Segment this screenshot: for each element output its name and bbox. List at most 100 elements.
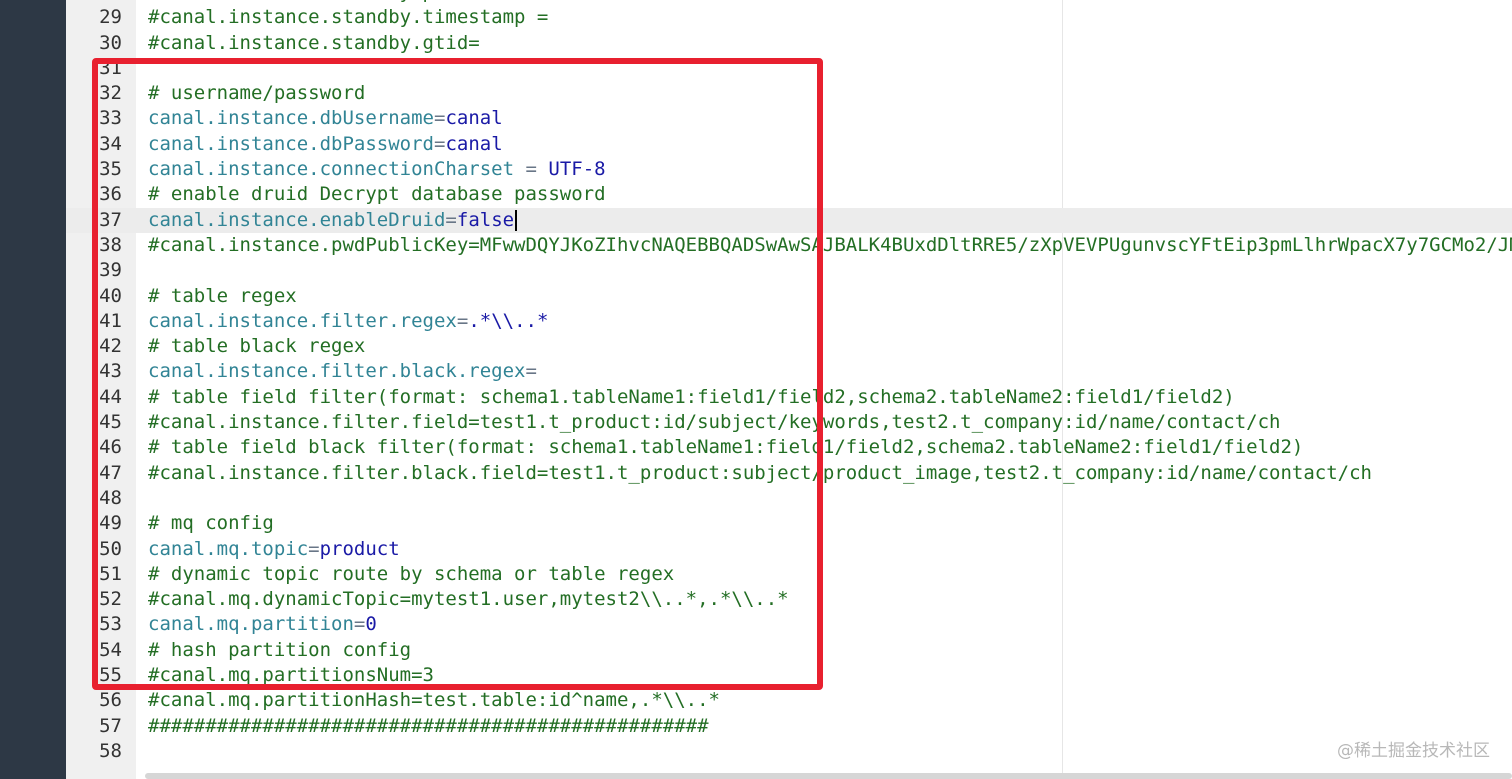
line-number: 47 [99, 461, 122, 484]
code-line[interactable]: 47 #canal.instance.filter.black.field=tes… [66, 461, 1512, 486]
line-number: 56 [99, 689, 122, 712]
line-code[interactable]: # username/password [148, 81, 365, 106]
line-code[interactable]: #canal.instance.standby.timestamp = [148, 5, 548, 30]
code-token: = [433, 107, 446, 130]
line-number: 45 [99, 411, 122, 434]
line-code[interactable]: # table regex [148, 284, 297, 309]
code-line[interactable]: 48 [66, 486, 1512, 511]
code-line[interactable]: 43 canal.instance.filter.black.regex= [66, 359, 1512, 384]
code-line[interactable]: 30 #canal.instance.standby.gtid= [66, 31, 1512, 56]
code-token: #canal.instance.filter.field=test1.t_pro… [148, 411, 1281, 434]
line-code[interactable]: #canal.mq.partitionsNum=3 [148, 663, 434, 688]
code-line[interactable]: 41 canal.instance.filter.regex=.*\\..* [66, 309, 1512, 334]
code-line[interactable]: 42 # table black regex [66, 334, 1512, 359]
text-cursor [515, 209, 518, 231]
code-token: canal.instance.dbUsername [148, 107, 434, 130]
line-number: 44 [99, 385, 122, 408]
line-code[interactable]: #canal.mq.partitionHash=test.table:id^na… [148, 688, 720, 713]
line-code[interactable]: canal.mq.topic=product [148, 537, 400, 562]
code-token: # enable druid Decrypt database password [148, 183, 606, 206]
code-line[interactable]: 56 #canal.mq.partitionHash=test.table:id^… [66, 688, 1512, 713]
code-token: #canal.mq.partitionHash=test.table:id^na… [148, 689, 720, 712]
line-code[interactable]: #canal.mq.dynamicTopic=mytest1.user,myte… [148, 587, 789, 612]
code-line[interactable]: 32 # username/password [66, 81, 1512, 106]
code-token: = [353, 613, 366, 636]
code-line[interactable]: 53 canal.mq.partition=0 [66, 612, 1512, 637]
code-line[interactable]: 33 canal.instance.dbUsername=canal [66, 106, 1512, 131]
code-line[interactable]: 39 [66, 258, 1512, 283]
code-line[interactable]: 35 canal.instance.connectionCharset = UTF… [66, 157, 1512, 182]
code-token: = [514, 158, 549, 181]
code-token: #canal.instance.filter.black.field=test1… [148, 461, 1372, 484]
code-line[interactable]: 40 # table regex [66, 284, 1512, 309]
line-code[interactable]: # table black regex [148, 334, 365, 359]
line-code[interactable]: canal.mq.partition=0 [148, 612, 377, 637]
code-line[interactable]: 36 # enable druid Decrypt database passwo… [66, 182, 1512, 207]
code-line[interactable]: 57 ######################################… [66, 714, 1512, 739]
line-code[interactable]: canal.instance.dbUsername=canal [148, 106, 503, 131]
line-code[interactable]: #canal.instance.standby.gtid= [148, 31, 480, 56]
line-code[interactable]: canal.instance.connectionCharset = UTF-8 [148, 157, 606, 182]
line-number: 38 [99, 233, 122, 256]
line-number: 29 [99, 6, 122, 29]
line-code[interactable]: canal.instance.filter.regex=.*\\..* [148, 309, 548, 334]
code-token: #canal.instance.standby.position = [148, 0, 537, 3]
line-code[interactable]: # table field black filter(format: schem… [148, 435, 1303, 460]
code-token: # dynamic topic route by schema or table… [148, 562, 675, 585]
line-code[interactable]: #canal.instance.filter.black.field=test1… [148, 461, 1372, 486]
line-code[interactable]: canal.instance.enableDruid=false [148, 208, 518, 233]
code-token: = [433, 132, 446, 155]
code-line[interactable]: 45 #canal.instance.filter.field=test1.t_p… [66, 410, 1512, 435]
code-token: canal.instance.dbPassword [148, 132, 434, 155]
line-code[interactable]: # enable druid Decrypt database password [148, 182, 606, 207]
line-code[interactable]: # dynamic topic route by schema or table… [148, 562, 674, 587]
code-line[interactable]: 38 #canal.instance.pwdPublicKey=MFwwDQYJK… [66, 233, 1512, 258]
line-number: 48 [99, 486, 122, 509]
code-token: # table field filter(format: schema1.tab… [148, 385, 1235, 408]
code-line[interactable]: 46 # table field black filter(format: sch… [66, 435, 1512, 460]
line-number: 55 [99, 664, 122, 687]
code-line[interactable]: 54 # hash partition config [66, 638, 1512, 663]
line-code[interactable]: # mq config [148, 511, 274, 536]
code-line[interactable]: 50 canal.mq.topic=product [66, 537, 1512, 562]
line-number: 51 [99, 562, 122, 585]
line-code[interactable]: # table field filter(format: schema1.tab… [148, 385, 1235, 410]
code-token: canal.instance.filter.regex [148, 309, 457, 332]
line-code[interactable]: #canal.instance.pwdPublicKey=MFwwDQYJKoZ… [148, 233, 1512, 258]
line-number: 57 [99, 714, 122, 737]
line-code[interactable]: ########################################… [148, 714, 709, 739]
code-line[interactable]: 44 # table field filter(format: schema1.t… [66, 385, 1512, 410]
line-number: 32 [99, 82, 122, 105]
code-token: false [456, 208, 515, 231]
code-line[interactable]: 37 canal.instance.enableDruid=false [66, 207, 1512, 233]
line-number: 31 [99, 56, 122, 79]
line-number: 53 [99, 613, 122, 636]
line-code[interactable]: canal.instance.filter.black.regex= [148, 359, 537, 384]
code-line[interactable]: 51 # dynamic topic route by schema or tab… [66, 562, 1512, 587]
code-line[interactable]: 55 #canal.mq.partitionsNum=3 [66, 663, 1512, 688]
code-line[interactable]: 58 [66, 739, 1512, 764]
line-code[interactable]: canal.instance.dbPassword=canal [148, 132, 503, 157]
code-line[interactable]: 52 #canal.mq.dynamicTopic=mytest1.user,my… [66, 587, 1512, 612]
line-code[interactable]: # hash partition config [148, 638, 411, 663]
code-token: # username/password [148, 82, 366, 105]
code-token: canal.mq.partition [148, 613, 354, 636]
code-token: # table regex [148, 284, 297, 307]
line-code[interactable]: #canal.instance.filter.field=test1.t_pro… [148, 410, 1280, 435]
code-token: #canal.mq.dynamicTopic=mytest1.user,myte… [148, 588, 789, 611]
line-number: 58 [99, 739, 122, 762]
line-number: 36 [99, 183, 122, 206]
code-token: = [308, 537, 320, 560]
code-line[interactable]: 34 canal.instance.dbPassword=canal [66, 132, 1512, 157]
code-line[interactable]: 49 # mq config [66, 511, 1512, 536]
code-token: canal.mq.topic [148, 537, 309, 560]
line-number: 35 [99, 158, 122, 181]
line-number: 41 [99, 309, 122, 332]
code-line[interactable]: 29 #canal.instance.standby.timestamp = [66, 5, 1512, 30]
horizontal-scrollbar[interactable] [145, 773, 1512, 779]
code-line[interactable]: 31 [66, 56, 1512, 81]
line-number: 37 [99, 208, 122, 231]
line-number: 39 [99, 259, 122, 282]
line-number: 40 [99, 284, 122, 307]
code-editor[interactable]: 28#canal.instance.standby.position =29#c… [66, 0, 1512, 764]
